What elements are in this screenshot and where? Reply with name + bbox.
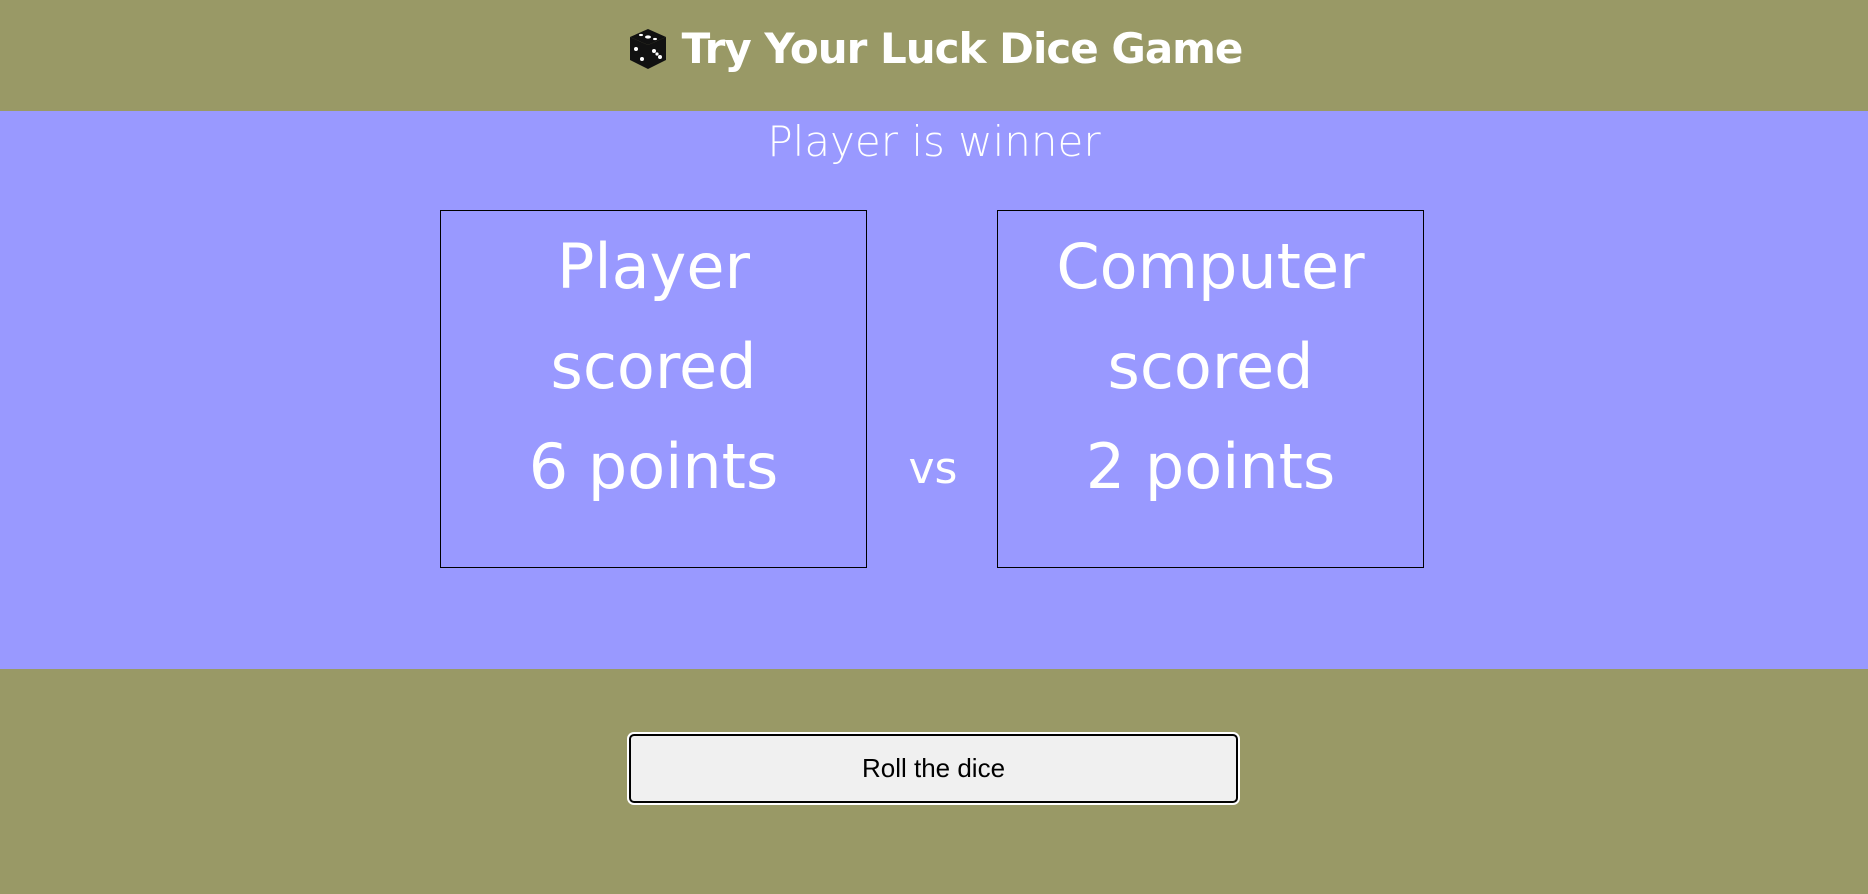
player-points: 6 points	[528, 430, 779, 503]
computer-name: Computer	[1056, 230, 1365, 303]
computer-scored-label: scored	[1107, 330, 1314, 403]
dice-icon	[629, 28, 666, 69]
title-wrap: Try Your Luck Dice Game	[626, 24, 1243, 73]
player-score-box: Player scored 6 points	[440, 210, 867, 568]
player-scored-label: scored	[550, 330, 757, 403]
versus-label: vs	[908, 443, 958, 494]
game-area: Player is winner Player scored 6 points …	[0, 111, 1868, 669]
player-name: Player	[557, 230, 750, 303]
result-text: Player is winner	[767, 117, 1101, 166]
computer-points: 2 points	[1085, 430, 1336, 503]
roll-dice-button[interactable]: Roll the dice	[629, 734, 1238, 803]
page-title: Try Your Luck Dice Game	[681, 24, 1244, 73]
computer-score-box: Computer scored 2 points	[997, 210, 1424, 568]
page-header: Try Your Luck Dice Game	[0, 0, 1868, 111]
page-footer: Roll the dice	[0, 669, 1868, 894]
